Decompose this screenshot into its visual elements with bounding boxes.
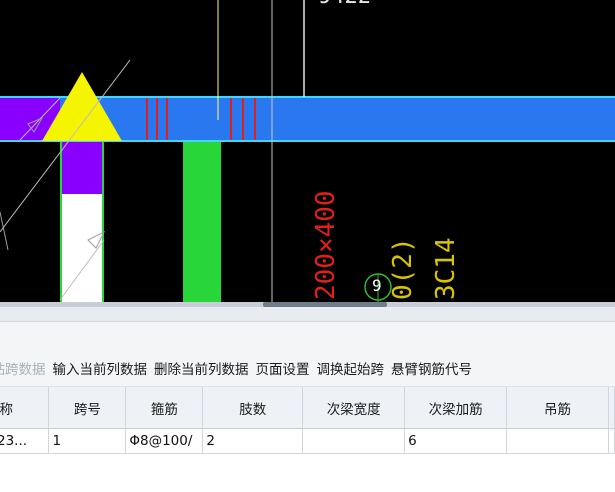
span-data-grid[interactable]: 名称 跨号 箍筋 肢数 次梁宽度 次梁加筋 吊筋 23... 1 Φ8@100/… (0, 387, 615, 492)
cell-sec-beam-rebar[interactable]: 6 (404, 428, 508, 454)
beam-section-label[interactable]: 200×400 (311, 190, 341, 300)
rebar-spec-label[interactable]: 3C14 (431, 237, 461, 300)
top-dimension-label: 9422 (318, 0, 371, 9)
table-row[interactable]: 23... 1 Φ8@100/ 2 6 (0, 428, 615, 454)
cell-legs[interactable]: 2 (202, 428, 304, 454)
column-right-edge (102, 142, 104, 302)
column-header-span-no[interactable]: 跨号 (48, 387, 127, 429)
axis-number-label: 9 (372, 276, 382, 295)
column-header-sec-beam-rebar[interactable]: 次梁加筋 (404, 387, 508, 429)
stirrup-spec-label[interactable]: 0(2) (388, 237, 418, 300)
column-header-hanger-rebar[interactable]: 吊筋 (506, 387, 609, 429)
span-data-toolbar: 粘贴跨数据 输入当前列数据 删除当前列数据 页面设置 调换起始跨 悬臂钢筋代号 (0, 350, 615, 387)
swap-start-span-button[interactable]: 调换起始跨 (317, 358, 392, 378)
column-white-body (60, 194, 104, 302)
span-table: 名称 跨号 箍筋 肢数 次梁宽度 次梁加筋 吊筋 23... 1 Φ8@100/… (0, 387, 615, 454)
column-header-sec-beam-width[interactable]: 次梁宽度 (302, 387, 406, 429)
paste-span-data-button[interactable]: 粘贴跨数据 (0, 358, 53, 378)
cell-span-no[interactable]: 1 (48, 428, 127, 454)
column-header-legs[interactable]: 肢数 (202, 387, 304, 429)
cell-hanger-rebar[interactable] (506, 428, 609, 454)
table-header-row: 名称 跨号 箍筋 肢数 次梁宽度 次梁加筋 吊筋 (0, 387, 615, 429)
column-purple-top (60, 142, 104, 194)
panel-spacer (0, 322, 615, 350)
cell-stirrup[interactable]: Φ8@100/ (125, 428, 204, 454)
delete-current-column-button[interactable]: 删除当前列数据 (154, 358, 256, 378)
cantilever-rebar-code-button[interactable]: 悬臂钢筋代号 (391, 358, 479, 378)
cad-canvas[interactable] (0, 0, 615, 302)
column-header-name[interactable]: 名称 (0, 387, 50, 429)
cell-name[interactable]: 23... (0, 428, 50, 454)
column-left-edge (60, 142, 62, 302)
column-green[interactable] (183, 142, 221, 302)
page-setup-button[interactable]: 页面设置 (256, 358, 317, 378)
input-current-column-button[interactable]: 输入当前列数据 (53, 358, 155, 378)
cell-sec-beam-width[interactable] (302, 428, 406, 454)
cell-extra[interactable] (608, 428, 615, 454)
column-header-extra[interactable] (608, 387, 615, 429)
cad-drawing-area[interactable]: 200×400 0(2) 3C14 9 9422 (0, 0, 615, 302)
panel-title-bar[interactable] (0, 307, 615, 322)
column-header-stirrup[interactable]: 箍筋 (125, 387, 204, 429)
